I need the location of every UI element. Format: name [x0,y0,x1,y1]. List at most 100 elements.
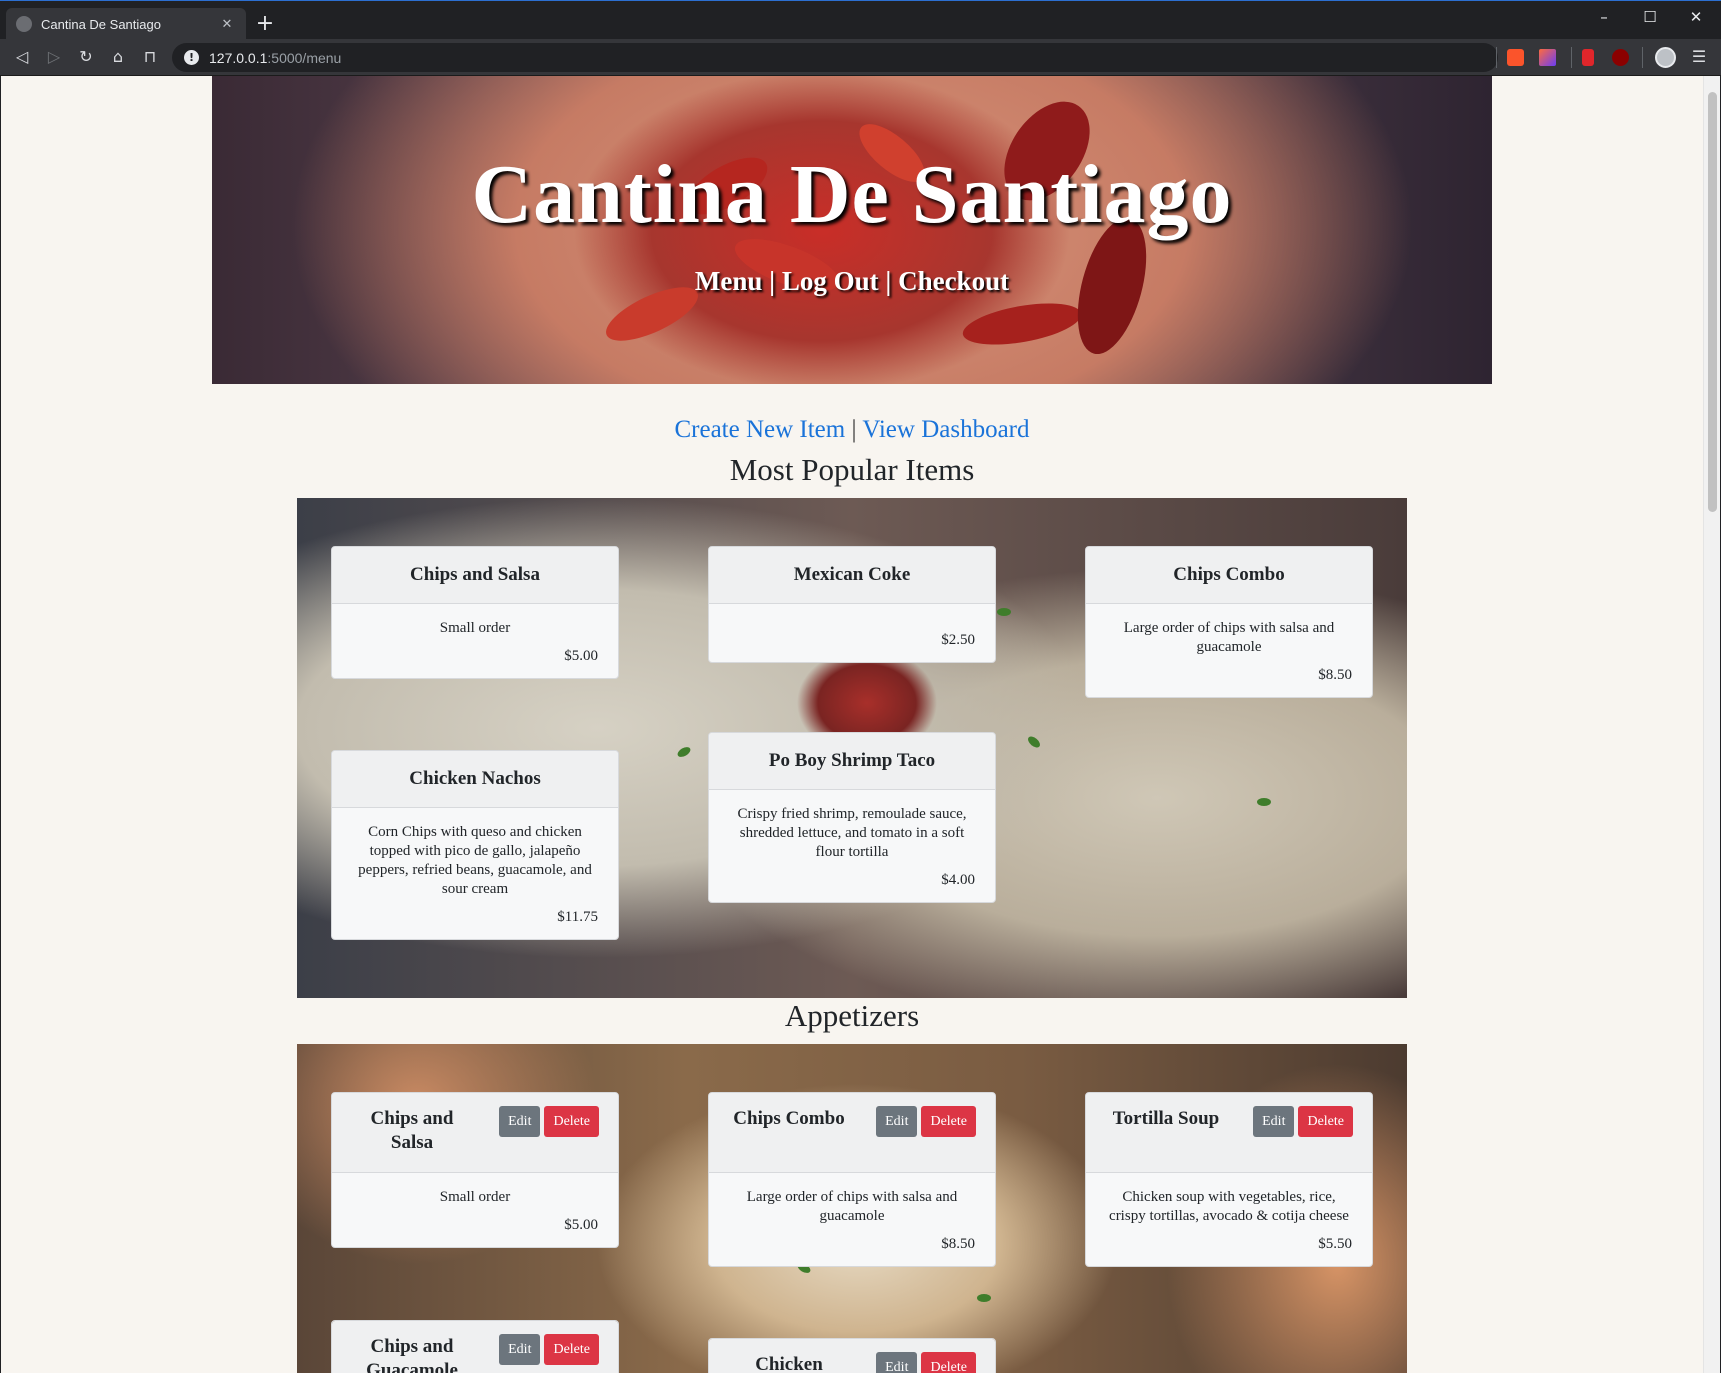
delete-button[interactable]: Delete [921,1106,976,1137]
card-actions: Edit Delete [876,1106,976,1137]
appetizers-section-title: Appetizers [784,998,920,1033]
main-nav: Menu | Log Out | Checkout [212,266,1492,297]
create-new-item-link[interactable]: Create New Item [674,416,845,443]
item-description: Chicken soup with vegetables, rice, cris… [1109,1189,1349,1224]
new-tab-icon[interactable]: + [252,10,278,38]
appetizers-panel: Chips and Salsa Edit Delete Small order … [297,1044,1407,1373]
popular-section-title: Most Popular Items [729,452,975,487]
panel-decoration [1257,798,1271,806]
item-price: $8.50 [1318,667,1352,683]
item-name: Chips and Salsa [370,1108,454,1153]
address-bar[interactable]: ! 127.0.0.1:5000/menu [172,43,1498,72]
bookmark-extension-icon[interactable] [1582,49,1594,66]
popular-items-panel: Chips and Salsa Small order $5.00 Mexica… [297,498,1407,998]
admin-links: Create New Item | View Dashboard [1,416,1703,444]
maximize-icon[interactable]: ☐ [1627,1,1673,33]
nav-separator: | [769,266,776,296]
toolbar-divider [1642,47,1643,68]
back-icon[interactable]: ◁ [8,44,36,70]
card-header: Chicken Nachos [332,751,618,808]
minimize-icon[interactable]: – [1581,1,1627,33]
item-name: Po Boy Shrimp Taco [768,750,936,771]
item-price: $11.75 [557,909,598,925]
popular-item-card: Chips and Salsa Small order $5.00 [331,546,619,679]
brave-shield-icon[interactable] [1507,49,1524,66]
nav-checkout-link[interactable]: Checkout [898,266,1009,296]
reload-icon[interactable]: ↻ [72,44,100,70]
delete-button[interactable]: Delete [544,1334,599,1365]
view-dashboard-link[interactable]: View Dashboard [862,416,1029,443]
nav-logout-link[interactable]: Log Out [782,266,879,296]
home-icon[interactable]: ⌂ [104,44,132,70]
card-actions: Edit Delete [876,1352,976,1373]
nav-separator: | [885,266,892,296]
panel-decoration [977,1294,991,1302]
url-text: 127.0.0.1:5000/menu [209,50,341,66]
item-name: Chips Combo [733,1108,845,1129]
card-body: $2.50 [709,604,995,662]
ublock-icon[interactable] [1612,49,1629,66]
card-actions: Edit Delete [499,1334,599,1365]
item-description: Small order [439,1189,511,1205]
nav-menu-link[interactable]: Menu [695,266,763,296]
delete-button[interactable]: Delete [544,1106,599,1137]
toolbar-divider [1496,47,1497,68]
panel-decoration [675,745,693,759]
card-header: Chips and Salsa Edit Delete [332,1093,618,1173]
card-body: Corn Chips with queso and chicken topped… [332,808,618,939]
delete-button[interactable]: Delete [921,1352,976,1373]
card-header: Mexican Coke [709,547,995,604]
item-name: Chips and Guacamole [366,1336,458,1373]
info-icon[interactable]: ! [184,50,199,65]
item-description: Crispy fried shrimp, remoulade sauce, sh… [737,806,967,860]
appetizer-card: Tortilla Soup Edit Delete Chicken soup w… [1085,1092,1373,1267]
bookmark-icon[interactable]: ⊓ [136,44,164,70]
card-actions: Edit Delete [499,1106,599,1137]
window-close-icon[interactable]: ✕ [1673,1,1719,33]
appetizer-card: Chips Combo Edit Delete Large order of c… [708,1092,996,1267]
item-price: $4.00 [941,872,975,888]
card-body: Large order of chips with salsa and guac… [1086,604,1372,697]
browser-tab[interactable]: Cantina De Santiago ✕ [6,8,246,40]
card-header: Chips and Guacamole Edit Delete [332,1321,618,1373]
brave-rewards-icon[interactable] [1539,49,1556,66]
edit-button[interactable]: Edit [1253,1106,1295,1137]
scrollbar-thumb[interactable] [1708,92,1717,512]
browser-titlebar: Cantina De Santiago ✕ + – ☐ ✕ [0,0,1721,40]
browser-menu-icon[interactable]: ☰ [1688,44,1710,70]
popular-item-card: Chicken Nachos Corn Chips with queso and… [331,750,619,940]
page-viewport: Cantina De Santiago Menu | Log Out | Che… [1,76,1720,1373]
page-scrollbar[interactable] [1703,76,1720,1373]
card-header: Chips Combo [1086,547,1372,604]
card-header: Chicken Edit Delete [709,1339,995,1373]
panel-decoration [1026,734,1042,750]
card-body: Chicken soup with vegetables, rice, cris… [1086,1173,1372,1266]
card-body: Large order of chips with salsa and guac… [709,1173,995,1266]
card-header: Po Boy Shrimp Taco [709,733,995,790]
edit-button[interactable]: Edit [499,1106,541,1137]
popular-item-card: Chips Combo Large order of chips with sa… [1085,546,1373,698]
appetizer-card: Chips and Salsa Edit Delete Small order … [331,1092,619,1248]
appetizer-card: Chips and Guacamole Edit Delete [331,1320,619,1373]
url-path: :5000/menu [267,49,342,66]
item-description: Large order of chips with salsa and guac… [746,1189,958,1224]
popular-item-card: Mexican Coke $2.50 [708,546,996,663]
item-name: Mexican Coke [793,564,911,585]
edit-button[interactable]: Edit [876,1106,918,1137]
toolbar-divider [1571,47,1572,68]
delete-button[interactable]: Delete [1298,1106,1353,1137]
edit-button[interactable]: Edit [499,1334,541,1365]
item-price: $5.00 [564,1217,598,1233]
admin-separator: | [851,416,857,443]
close-tab-icon[interactable]: ✕ [218,17,236,32]
item-name: Chips Combo [1173,564,1285,585]
item-price: $8.50 [941,1236,975,1252]
panel-decoration [997,608,1011,616]
item-name: Chicken [755,1354,823,1373]
profile-avatar-icon[interactable] [1655,47,1676,68]
forward-icon[interactable]: ▷ [40,44,68,70]
appetizer-card: Chicken Edit Delete [708,1338,996,1373]
hero-banner: Cantina De Santiago Menu | Log Out | Che… [212,76,1492,384]
edit-button[interactable]: Edit [876,1352,918,1373]
item-description: Large order of chips with salsa and guac… [1123,620,1335,655]
